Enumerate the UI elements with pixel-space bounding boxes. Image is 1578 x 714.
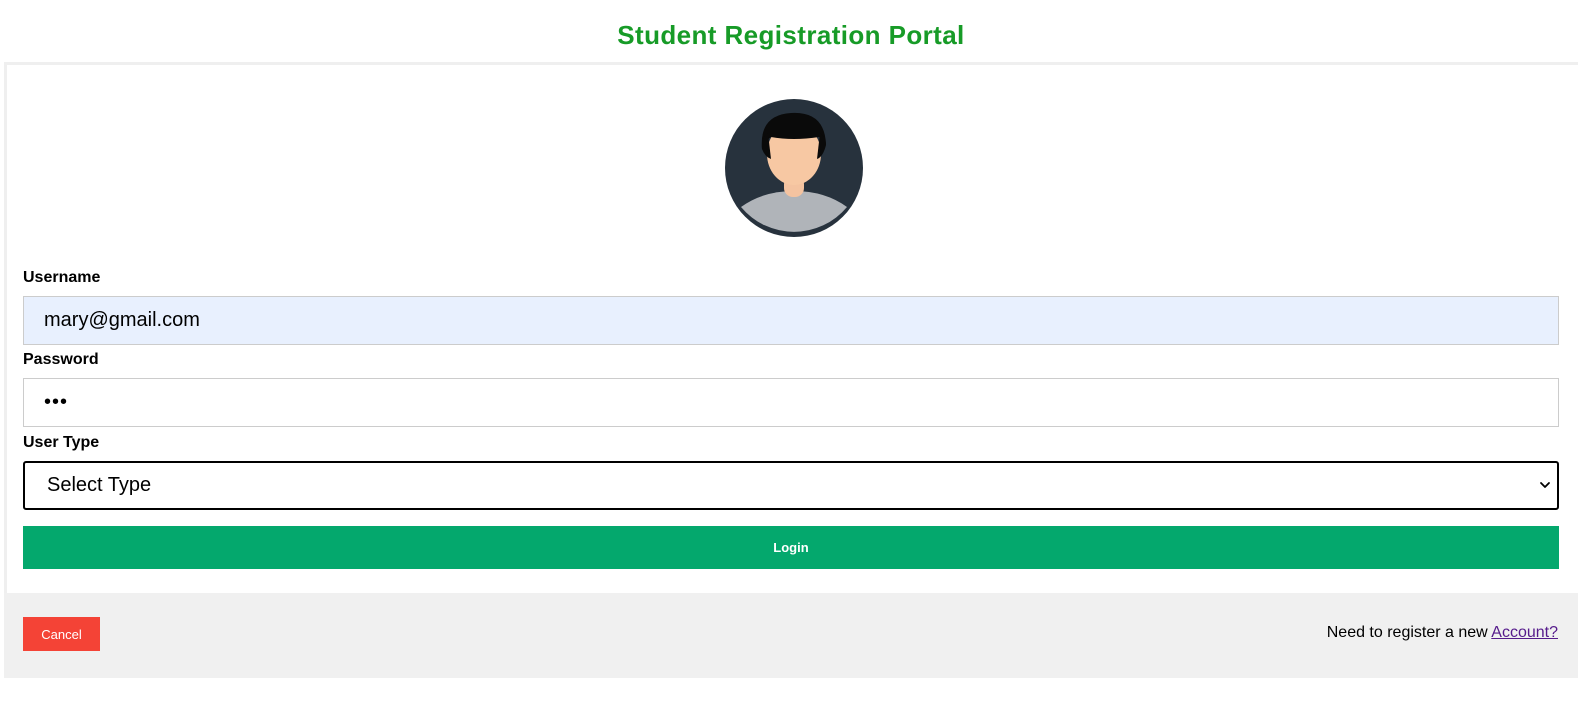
register-prompt: Need to register a new Account?	[1327, 624, 1558, 642]
username-input[interactable]	[23, 296, 1559, 345]
page-title: Student Registration Portal	[617, 20, 965, 50]
login-form-card: Username Password User Type Select Type …	[4, 62, 1578, 678]
username-label: Username	[23, 269, 101, 286]
password-input[interactable]	[23, 378, 1559, 427]
password-label: Password	[23, 351, 99, 368]
form-footer: Cancel Need to register a new Account?	[4, 593, 1578, 678]
user-type-selected-value: Select Type	[47, 474, 152, 496]
user-avatar-graphic	[723, 97, 865, 239]
user-avatar-icon	[723, 97, 865, 239]
user-type-label: User Type	[23, 434, 100, 451]
cancel-button[interactable]: Cancel	[23, 617, 100, 651]
user-type-select[interactable]: Select Type	[23, 461, 1559, 510]
login-button[interactable]: Login	[23, 526, 1559, 569]
register-prompt-text: Need to register a new	[1326, 624, 1492, 641]
chevron-down-icon	[1540, 482, 1550, 488]
register-account-link[interactable]: Account?	[1491, 624, 1558, 641]
